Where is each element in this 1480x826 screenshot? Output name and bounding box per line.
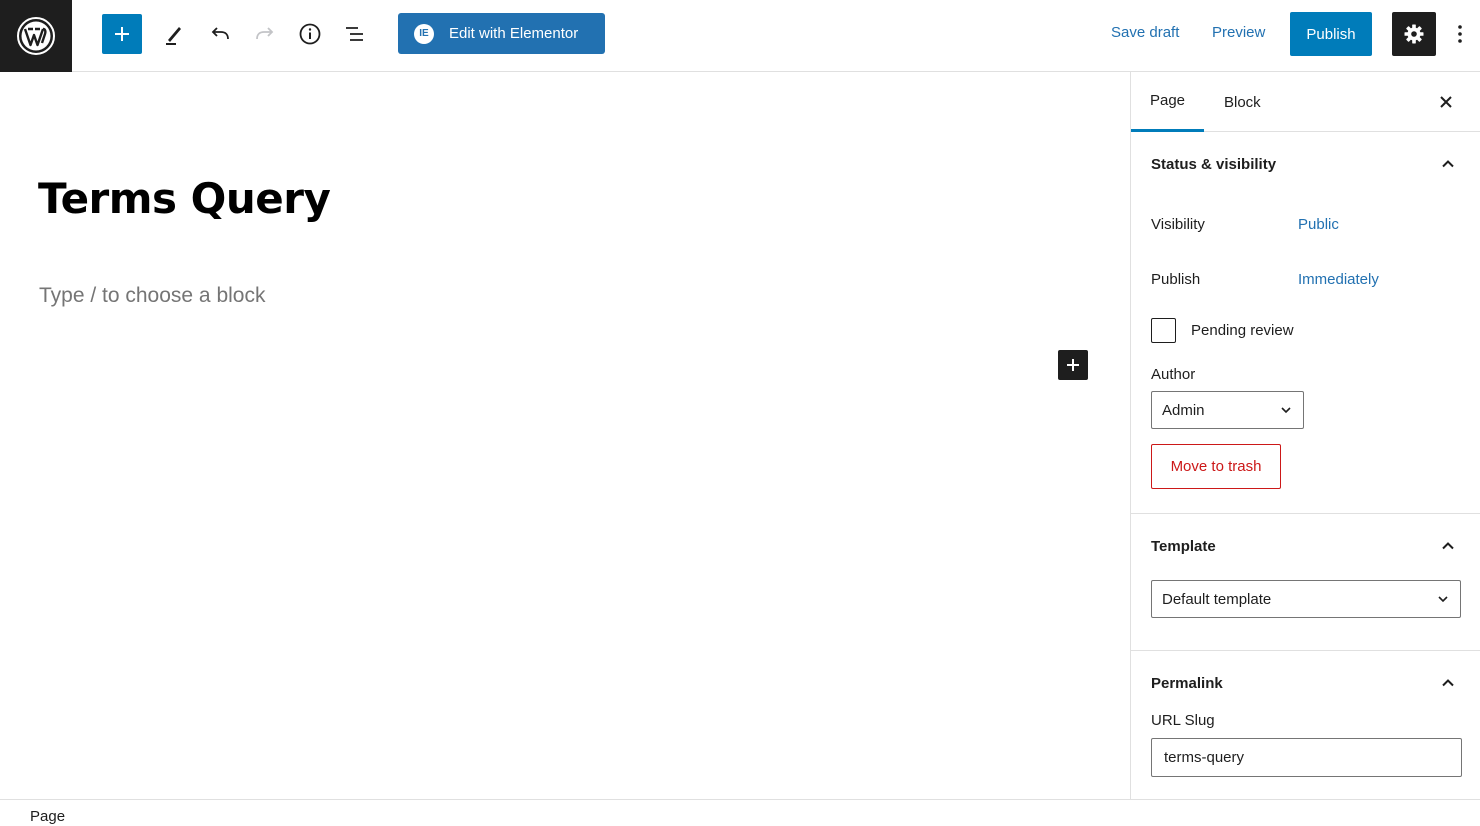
template-select-value: Default template bbox=[1162, 590, 1272, 608]
author-label: Author bbox=[1151, 366, 1196, 383]
chevron-down-icon bbox=[1438, 596, 1448, 603]
publish-date-toggle[interactable]: Immediately bbox=[1298, 271, 1379, 288]
details-button[interactable] bbox=[290, 14, 330, 54]
chevron-up-icon bbox=[1438, 536, 1458, 556]
more-options-button[interactable] bbox=[1448, 14, 1472, 54]
breadcrumb[interactable]: Page bbox=[30, 808, 65, 825]
publish-row: Publish Immediately bbox=[1131, 252, 1480, 307]
template-header[interactable]: Template bbox=[1131, 514, 1480, 578]
url-slug-input[interactable]: terms-query bbox=[1151, 738, 1462, 777]
panel-title: Template bbox=[1151, 537, 1216, 555]
pencil-icon bbox=[166, 27, 181, 45]
preview-button[interactable]: Preview bbox=[1212, 24, 1265, 41]
elementor-button-label: Edit with Elementor bbox=[449, 25, 579, 42]
chevron-up-icon bbox=[1438, 154, 1458, 174]
pending-review-row: Pending review bbox=[1131, 308, 1480, 352]
author-select[interactable]: Admin bbox=[1151, 391, 1304, 429]
editor-header: IE Edit with Elementor Save draft Previe… bbox=[0, 0, 1480, 72]
editor-canvas[interactable]: Terms Query Type / to choose a block bbox=[0, 72, 1130, 799]
plus-icon bbox=[115, 27, 129, 41]
post-title[interactable]: Terms Query bbox=[38, 174, 331, 223]
list-view-button[interactable] bbox=[335, 14, 375, 54]
plus-icon bbox=[1067, 359, 1079, 371]
template-select[interactable]: Default template bbox=[1151, 580, 1461, 618]
chevron-up-icon bbox=[1438, 673, 1458, 693]
panel-title: Permalink bbox=[1151, 674, 1223, 692]
redo-button[interactable] bbox=[245, 14, 285, 54]
publish-button[interactable]: Publish bbox=[1290, 12, 1372, 56]
status-visibility-header[interactable]: Status & visibility bbox=[1131, 132, 1480, 196]
inline-add-block-button[interactable] bbox=[1058, 350, 1088, 380]
close-icon bbox=[1440, 96, 1452, 108]
visibility-row: Visibility Public bbox=[1131, 197, 1480, 252]
chevron-down-icon bbox=[1281, 407, 1291, 414]
visibility-toggle[interactable]: Public bbox=[1298, 216, 1339, 233]
permalink-header[interactable]: Permalink bbox=[1131, 651, 1480, 715]
status-visibility-panel: Status & visibility Visibility Public Pu… bbox=[1131, 132, 1480, 514]
info-icon bbox=[299, 23, 321, 45]
tab-block[interactable]: Block bbox=[1224, 72, 1261, 132]
settings-sidebar: Page Block Status & visibility Visibilit… bbox=[1130, 72, 1480, 799]
visibility-label: Visibility bbox=[1151, 216, 1205, 233]
vertical-ellipsis-icon bbox=[1458, 25, 1462, 43]
publish-label: Publish bbox=[1151, 271, 1201, 288]
pending-review-checkbox[interactable] bbox=[1151, 317, 1176, 343]
undo-icon bbox=[211, 27, 229, 40]
wordpress-logo-icon[interactable] bbox=[0, 0, 72, 72]
panel-title: Status & visibility bbox=[1151, 155, 1277, 173]
tools-button[interactable] bbox=[154, 14, 194, 54]
save-draft-button[interactable]: Save draft bbox=[1111, 24, 1179, 41]
sidebar-tabs: Page Block bbox=[1131, 72, 1480, 132]
move-to-trash-button[interactable]: Move to trash bbox=[1151, 444, 1281, 489]
close-sidebar-button[interactable] bbox=[1434, 90, 1458, 114]
edit-with-elementor-button[interactable]: IE Edit with Elementor bbox=[398, 13, 605, 54]
redo-icon bbox=[256, 27, 274, 40]
block-placeholder[interactable]: Type / to choose a block bbox=[39, 284, 265, 308]
editor-footer: Page bbox=[0, 799, 1480, 826]
undo-button[interactable] bbox=[200, 14, 240, 54]
elementor-icon: IE bbox=[414, 23, 434, 44]
pending-review-label[interactable]: Pending review bbox=[1191, 322, 1294, 339]
settings-button[interactable] bbox=[1392, 12, 1436, 56]
gear-icon bbox=[1404, 24, 1424, 44]
author-select-value: Admin bbox=[1162, 401, 1205, 419]
tab-page[interactable]: Page bbox=[1131, 72, 1204, 132]
template-panel: Template Default template bbox=[1131, 514, 1480, 651]
permalink-panel: Permalink URL Slug terms-query bbox=[1131, 651, 1480, 777]
add-block-button[interactable] bbox=[102, 14, 142, 54]
list-view-icon bbox=[346, 27, 363, 41]
